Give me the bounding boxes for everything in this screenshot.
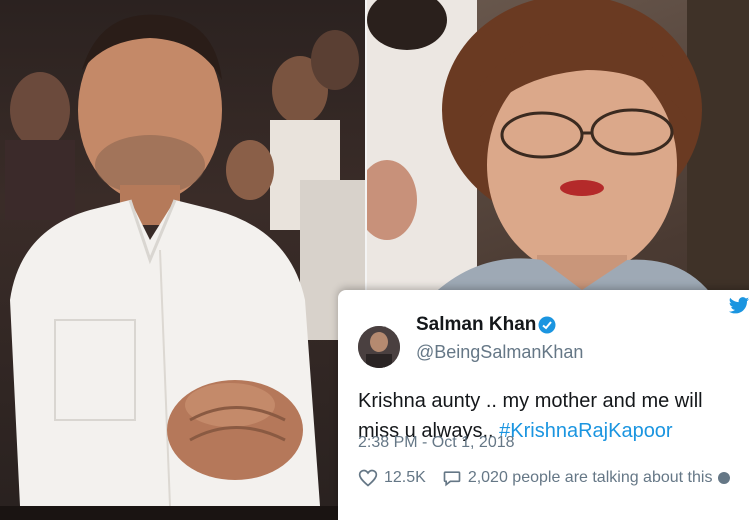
avatar-image (358, 326, 400, 368)
info-icon[interactable] (718, 472, 731, 484)
display-name[interactable]: Salman Khan (416, 314, 536, 336)
tweet-stats: 12.5K 2,020 people are talking about thi… (358, 468, 749, 488)
talking-count[interactable]: 2,020 people are talking about this (468, 469, 713, 487)
verified-badge-icon (538, 316, 556, 334)
heart-icon[interactable] (358, 468, 378, 488)
comment-icon[interactable] (442, 468, 462, 488)
avatar[interactable] (358, 326, 400, 368)
twitter-bird-icon[interactable] (728, 296, 749, 316)
tweet-hashtag-link[interactable]: #KrishnaRajKapoor (499, 420, 672, 442)
user-handle[interactable]: @BeingSalmanKhan (416, 342, 583, 363)
left-photo (0, 0, 365, 506)
likes-count: 12.5K (384, 469, 426, 486)
tweet-card[interactable]: Salman Khan @BeingSalmanKhan Krishna aun… (338, 290, 749, 520)
left-photo-illustration (5, 14, 365, 506)
tweet-timestamp[interactable]: 2:38 PM - Oct 1, 2018 (358, 434, 515, 452)
